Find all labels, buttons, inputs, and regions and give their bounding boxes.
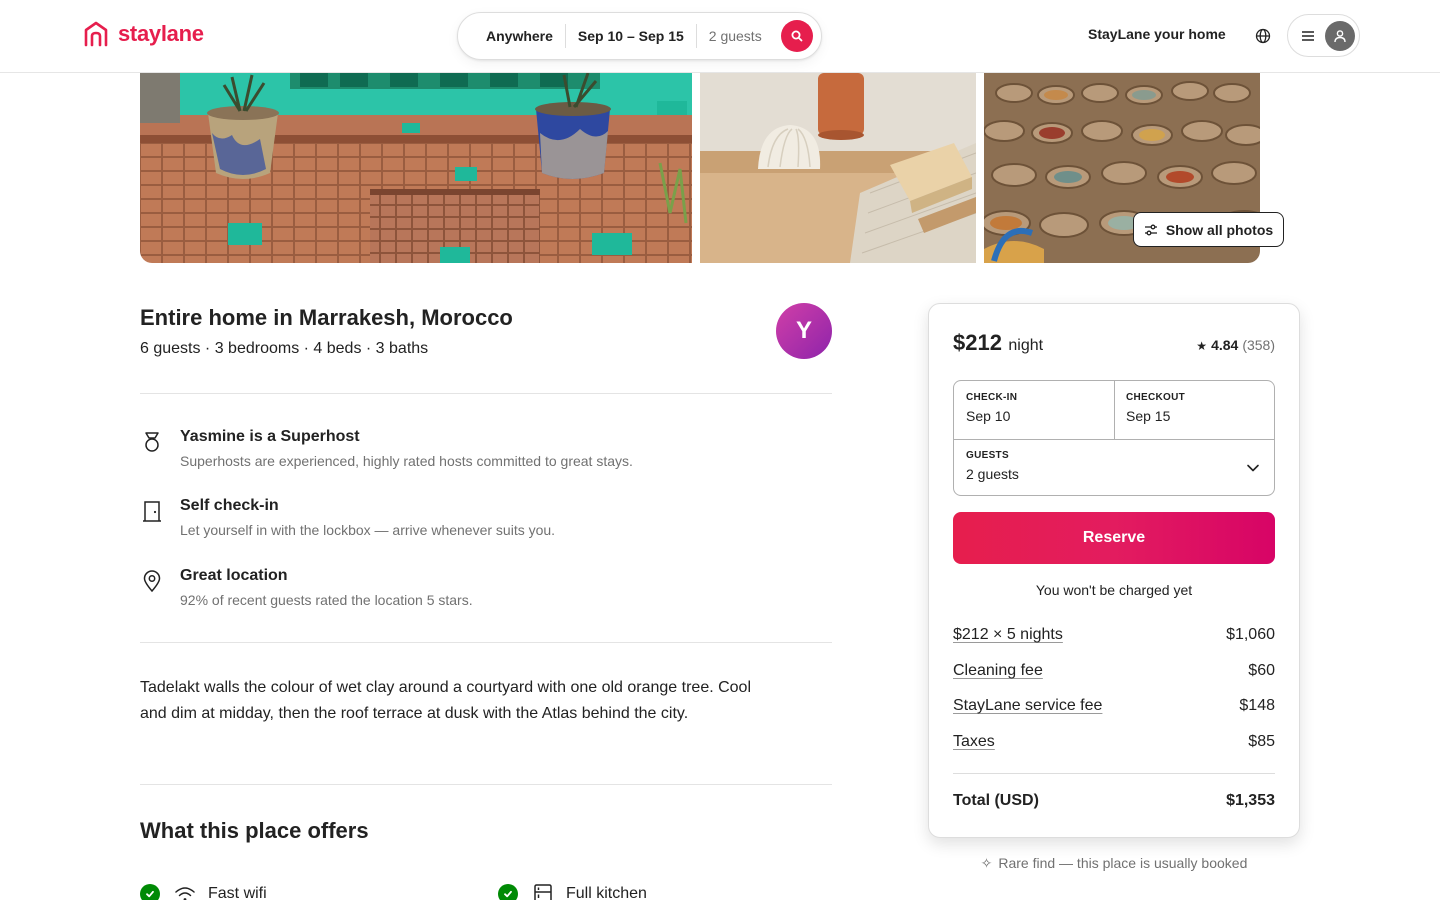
show-all-photos-label: Show all photos bbox=[1165, 221, 1274, 238]
total-amount: $1,353 bbox=[1226, 792, 1275, 809]
user-menu-button[interactable] bbox=[1287, 14, 1360, 57]
date-guest-picker: CHECK-IN Sep 10 CHECKOUT Sep 15 GUESTS 2… bbox=[953, 380, 1275, 496]
amenity-label: Full kitchen bbox=[566, 885, 647, 900]
review-count[interactable]: (358) bbox=[1242, 337, 1275, 353]
price-unit: night bbox=[1008, 337, 1044, 354]
amenities-heading: What this place offers bbox=[140, 818, 369, 843]
fee-label[interactable]: $212 × 5 nights bbox=[953, 626, 1063, 644]
search-dates[interactable]: Sep 10 – Sep 15 bbox=[566, 24, 696, 48]
checkin-field[interactable]: CHECK-IN Sep 10 bbox=[954, 392, 1114, 424]
nightly-price: $212 night bbox=[953, 330, 1043, 356]
search-bar[interactable]: Anywhere Sep 10 – Sep 15 2 guests bbox=[457, 12, 822, 60]
search-location[interactable]: Anywhere bbox=[474, 24, 565, 48]
rare-find-note: ✧ Rare find — this place is usually booke… bbox=[928, 855, 1300, 872]
top-nav: staylane Anywhere Sep 10 – Sep 15 2 gues… bbox=[0, 0, 1440, 73]
listing-description: Tadelakt walls the colour of wet clay ar… bbox=[140, 679, 752, 722]
highlight-description: Let yourself in with the lockbox — arriv… bbox=[180, 522, 556, 538]
host-your-home-link[interactable]: StayLane your home bbox=[1088, 26, 1226, 42]
photo-courtyard[interactable] bbox=[140, 73, 692, 263]
search-icon bbox=[791, 30, 803, 42]
chevron-down-icon[interactable] bbox=[1246, 461, 1260, 475]
fee-amount: $148 bbox=[1239, 697, 1275, 714]
kitchen-icon bbox=[534, 884, 552, 900]
highlight-title: Yasmine is a Superhost bbox=[180, 428, 360, 445]
section-divider bbox=[140, 784, 832, 785]
fee-amount: $60 bbox=[1248, 662, 1275, 679]
amenity-wifi: Fast wifi bbox=[140, 882, 267, 900]
rare-find-text: Rare find — this place is usually booked bbox=[998, 855, 1248, 871]
brand-logo[interactable]: staylane bbox=[83, 21, 204, 47]
fee-row-nights: $212 × 5 nights $1,060 bbox=[953, 626, 1275, 644]
fee-amount: $85 bbox=[1248, 733, 1275, 750]
fee-row-service: StayLane service fee $148 bbox=[953, 697, 1275, 715]
checkout-label: CHECKOUT bbox=[1126, 392, 1186, 403]
section-divider bbox=[140, 642, 832, 643]
fee-amount: $1,060 bbox=[1226, 626, 1275, 643]
highlight-title: Self check-in bbox=[180, 497, 279, 514]
checkout-field[interactable]: CHECKOUT Sep 15 bbox=[1114, 392, 1274, 424]
host-avatar[interactable]: Y bbox=[776, 303, 832, 359]
sliders-icon bbox=[1144, 224, 1157, 235]
listing-title: Entire home in Marrakesh, Morocco bbox=[140, 305, 513, 330]
field-divider bbox=[954, 439, 1274, 440]
photo-bathroom[interactable] bbox=[700, 73, 976, 263]
globe-icon[interactable] bbox=[1254, 27, 1272, 45]
highlight-description: Superhosts are experienced, highly rated… bbox=[180, 453, 633, 469]
listing-summary: 6 guests · 3 bedrooms · 4 beds · 3 baths bbox=[140, 340, 429, 357]
section-divider bbox=[140, 393, 832, 394]
fee-row-cleaning: Cleaning fee $60 bbox=[953, 662, 1275, 680]
rating-score: 4.84 bbox=[1211, 337, 1239, 353]
star-icon: ★ bbox=[1196, 339, 1208, 353]
fee-label[interactable]: Taxes bbox=[953, 733, 995, 751]
check-icon bbox=[498, 884, 518, 900]
user-icon bbox=[1334, 29, 1346, 42]
courtyard-image bbox=[140, 73, 692, 263]
bathroom-image bbox=[700, 73, 976, 263]
total-divider bbox=[953, 773, 1275, 774]
guests-label: GUESTS bbox=[966, 450, 1009, 461]
total-row: Total (USD) $1,353 bbox=[953, 792, 1275, 810]
fee-label[interactable]: Cleaning fee bbox=[953, 662, 1043, 680]
show-all-photos-button[interactable]: Show all photos bbox=[1133, 212, 1284, 247]
search-guests[interactable]: 2 guests bbox=[697, 24, 774, 48]
reserve-button[interactable]: Reserve bbox=[953, 512, 1275, 564]
guests-field[interactable]: GUESTS 2 guests bbox=[954, 450, 1274, 482]
brand-name: staylane bbox=[118, 21, 204, 46]
medal-icon bbox=[145, 432, 159, 452]
fee-row-taxes: Taxes $85 bbox=[953, 733, 1275, 751]
check-icon bbox=[140, 884, 160, 900]
total-label: Total (USD) bbox=[953, 792, 1039, 809]
guests-value: 2 guests bbox=[966, 466, 1019, 482]
highlight-title: Great location bbox=[180, 567, 288, 584]
door-icon bbox=[143, 501, 161, 522]
user-avatar bbox=[1325, 20, 1355, 51]
amenity-label: Fast wifi bbox=[208, 885, 267, 900]
booking-card: $212 night ★ 4.84 (358) CHECK-IN Sep 10 CH… bbox=[928, 303, 1300, 838]
search-button[interactable] bbox=[781, 20, 813, 52]
house-logo-icon bbox=[84, 21, 108, 47]
checkin-value: Sep 10 bbox=[966, 408, 1011, 424]
menu-icon bbox=[1302, 30, 1314, 41]
checkout-value: Sep 15 bbox=[1126, 408, 1171, 424]
amenity-kitchen: Full kitchen bbox=[498, 882, 647, 900]
location-pin-icon bbox=[143, 570, 161, 593]
fee-label[interactable]: StayLane service fee bbox=[953, 697, 1102, 715]
price-amount: $212 bbox=[953, 330, 1002, 355]
checkin-label: CHECK-IN bbox=[966, 392, 1018, 403]
wifi-icon bbox=[175, 887, 195, 900]
no-charge-note: You won't be charged yet bbox=[1035, 582, 1193, 598]
rating-summary[interactable]: ★ 4.84 (358) bbox=[1196, 337, 1275, 353]
sparkle-icon: ✧ bbox=[980, 855, 993, 871]
highlight-description: 92% of recent guests rated the location … bbox=[180, 592, 473, 608]
